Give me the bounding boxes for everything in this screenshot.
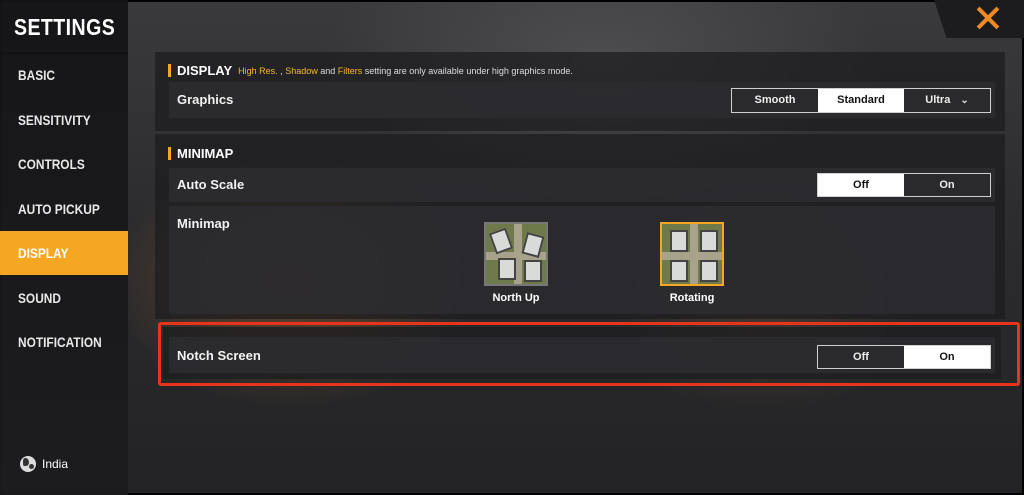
graphics-option-ultra: Ultra: [925, 94, 951, 106]
north-up-map-thumbnail: [484, 222, 548, 286]
auto-scale-label: Auto Scale: [177, 177, 245, 192]
rotating-label: Rotating: [669, 292, 715, 304]
map-building: [670, 230, 688, 252]
sidebar-item-label: BASIC: [18, 67, 56, 83]
auto-scale-on-option[interactable]: On: [904, 174, 990, 196]
sidebar-item-notification[interactable]: NOTIFICATION: [0, 320, 128, 364]
display-section-heading: DISPLAY High Res. , Shadow and Filters s…: [168, 63, 573, 78]
minimap-section-heading: MINIMAP: [168, 146, 233, 161]
note-shadow: Shadow: [285, 65, 318, 76]
map-building: [498, 258, 516, 280]
close-icon[interactable]: [976, 6, 1000, 30]
graphics-option-ultra-wrap[interactable]: Ultra ⌄: [904, 89, 990, 112]
display-heading: DISPLAY: [177, 63, 233, 78]
sidebar-item-controls[interactable]: CONTROLS: [0, 142, 128, 186]
sidebar-item-label: AUTO PICKUP: [18, 201, 100, 217]
note-high-res: High Res.: [238, 65, 278, 76]
auto-scale-off-option[interactable]: Off: [818, 174, 904, 196]
minimap-heading: MINIMAP: [177, 146, 234, 161]
map-building: [488, 227, 514, 255]
graphics-option-smooth[interactable]: Smooth: [732, 89, 818, 112]
region-label: India: [42, 457, 69, 471]
north-up-label: North Up: [492, 292, 540, 304]
note-tail: setting are only available under high gr…: [362, 65, 573, 76]
map-road: [662, 252, 722, 260]
sidebar-item-auto-pickup[interactable]: AUTO PICKUP: [0, 187, 128, 231]
map-building: [670, 260, 688, 282]
minimap-label: Minimap: [177, 216, 230, 231]
sidebar-item-label: DISPLAY: [18, 245, 69, 261]
chevron-down-icon: ⌄: [960, 95, 969, 106]
auto-scale-row: Auto Scale Off On: [169, 168, 995, 202]
graphics-row: Graphics Smooth Standard Ultra ⌄: [169, 82, 995, 118]
graphics-option-standard[interactable]: Standard: [818, 89, 904, 112]
sidebar-item-basic[interactable]: BASIC: [0, 53, 128, 97]
sidebar-item-label: SENSITIVITY: [18, 112, 91, 128]
sidebar-item-label: NOTIFICATION: [18, 334, 102, 350]
sidebar-item-display[interactable]: DISPLAY: [0, 231, 128, 275]
auto-scale-toggle: Off On: [817, 173, 991, 197]
globe-icon: [20, 456, 36, 472]
sidebar-item-label: CONTROLS: [18, 156, 85, 172]
minimap-option-north-up[interactable]: North Up: [484, 222, 548, 304]
map-building: [700, 260, 718, 282]
sidebar-item-sensitivity[interactable]: SENSITIVITY: [0, 98, 128, 142]
highlight-box: [158, 322, 1020, 386]
minimap-option-rotating[interactable]: Rotating: [660, 222, 724, 304]
sidebar-item-label: SOUND: [18, 290, 61, 306]
region-selector[interactable]: India: [20, 456, 68, 472]
graphics-selector: Smooth Standard Ultra ⌄: [731, 88, 991, 113]
settings-sidebar: SETTINGS BASIC SENSITIVITY CONTROLS AUTO…: [0, 0, 128, 495]
rotating-map-thumbnail: [660, 222, 724, 286]
display-panel: DISPLAY High Res. , Shadow and Filters s…: [155, 52, 1005, 131]
graphics-label: Graphics: [177, 92, 234, 107]
sidebar-item-sound[interactable]: SOUND: [0, 276, 128, 320]
map-building: [700, 230, 718, 252]
settings-title: SETTINGS: [14, 14, 116, 40]
section-accent-bar: [168, 64, 171, 77]
note-sep-2: and: [317, 65, 338, 76]
minimap-panel: MINIMAP Auto Scale Off On Minimap North …: [155, 134, 1005, 319]
section-accent-bar: [168, 147, 171, 160]
minimap-row: Minimap North Up Rotating: [169, 206, 995, 314]
display-note: High Res. , Shadow and Filters setting a…: [238, 66, 573, 76]
map-building: [524, 260, 542, 282]
note-filters: Filters: [337, 65, 363, 76]
